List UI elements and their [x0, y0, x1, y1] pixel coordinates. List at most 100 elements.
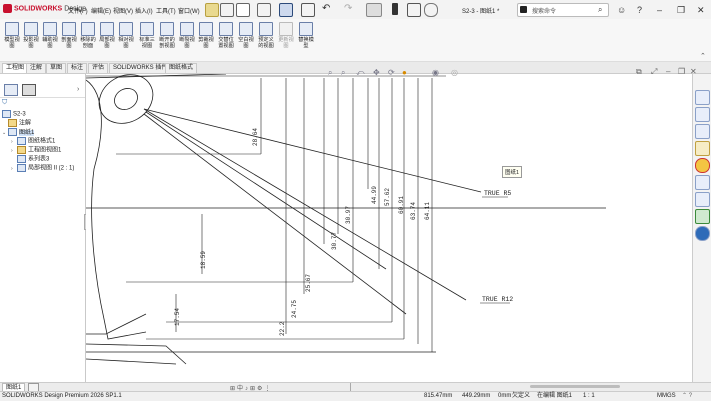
- dim-text[interactable]: 63.74: [410, 202, 417, 220]
- drawing-canvas[interactable]: 28.64 44.99 57.62 60.91 63.74 64.11 30.9…: [86, 67, 697, 382]
- tree-item-sheet1[interactable]: ⌄ 图纸1: [2, 128, 35, 137]
- menu-view[interactable]: 视图(V): [113, 6, 133, 15]
- status-scale[interactable]: 1 : 1: [583, 392, 595, 400]
- view-palette-icon[interactable]: [695, 141, 710, 156]
- close-icon[interactable]: ✕: [697, 5, 705, 16]
- help-icon[interactable]: ?: [637, 5, 642, 15]
- auxiliary-view-button[interactable]: 辅助视图: [40, 22, 60, 49]
- dim-text[interactable]: 30.77: [331, 232, 338, 250]
- design-library-icon[interactable]: [695, 107, 710, 122]
- expand-view-icon[interactable]: ⤢: [651, 67, 657, 77]
- traffic-light-icon[interactable]: [392, 3, 398, 15]
- pin-icon[interactable]: [205, 3, 219, 17]
- dim-text[interactable]: 18.59: [200, 251, 207, 269]
- dim-text[interactable]: 24.75: [291, 300, 298, 318]
- rotate-icon[interactable]: ⟳: [388, 68, 395, 77]
- select-icon[interactable]: [366, 3, 382, 17]
- status-units[interactable]: MMGS: [657, 392, 676, 400]
- filter-icon[interactable]: ⛉: [2, 99, 7, 107]
- menu-edit[interactable]: 编辑(E): [91, 6, 111, 15]
- user-icon[interactable]: ☺: [617, 5, 626, 15]
- previous-view-icon[interactable]: ⤺: [356, 68, 365, 78]
- update-view-button[interactable]: 更新视图: [276, 22, 296, 49]
- solidworks-resources-icon[interactable]: [695, 90, 710, 105]
- tab-annotation[interactable]: 注解: [26, 63, 47, 73]
- tab-sketch[interactable]: 草图: [46, 63, 67, 73]
- solidworks-forum-icon[interactable]: [695, 192, 710, 207]
- break-view-button[interactable]: 断裂视图: [177, 22, 197, 49]
- search-icon[interactable]: ⌕: [598, 5, 602, 15]
- model-view-button[interactable]: 模型视图: [2, 22, 22, 49]
- hide-show-icon[interactable]: ◉: [432, 68, 439, 77]
- appearance-icon[interactable]: ●: [402, 68, 407, 77]
- zoom-area-icon[interactable]: ⌕: [341, 68, 345, 78]
- status-more-icon[interactable]: ⌃ ?: [682, 392, 692, 400]
- tab-drawing[interactable]: 工程图: [2, 63, 29, 73]
- home-icon[interactable]: [220, 3, 234, 17]
- tree-root[interactable]: S2-3: [2, 110, 26, 119]
- empty-view-button[interactable]: 空白视图: [236, 22, 256, 49]
- crop-view-button[interactable]: 剪裁视图: [196, 22, 216, 49]
- print-icon[interactable]: [301, 3, 315, 17]
- menu-tools[interactable]: 工具(T): [156, 6, 176, 15]
- dim-text[interactable]: 28.64: [252, 128, 259, 146]
- broken-out-section-button[interactable]: 断开的剖视图: [157, 22, 177, 49]
- zoom-to-fit-icon[interactable]: ⌕: [328, 68, 332, 78]
- dim-text[interactable]: 60.91: [398, 196, 405, 214]
- tree-item-detail-view[interactable]: › 局部视图 II (2 : 1): [11, 164, 74, 173]
- custom-properties-icon[interactable]: [695, 175, 710, 190]
- dim-text[interactable]: 64.11: [424, 202, 431, 220]
- dim-text[interactable]: 30.97: [345, 206, 352, 224]
- new-document-icon[interactable]: [236, 3, 250, 17]
- minimize-icon[interactable]: –: [657, 5, 662, 15]
- search-box[interactable]: 搜索命令: [517, 3, 609, 17]
- redo-icon[interactable]: ↷: [344, 3, 356, 15]
- display-style-icon[interactable]: ◎: [451, 68, 458, 77]
- menu-file[interactable]: 文件(F): [68, 6, 88, 15]
- maximize-icon[interactable]: ❐: [677, 5, 685, 16]
- menu-insert[interactable]: 插入(I): [135, 6, 153, 15]
- chevron-right-icon[interactable]: ›: [77, 86, 79, 93]
- tree-item-sheet-format1[interactable]: › 图纸格式1: [11, 137, 55, 146]
- tree-item-drawing-view1[interactable]: › 工程图视图1: [11, 146, 61, 155]
- projected-view-button[interactable]: 投影视图: [21, 22, 41, 49]
- gear-icon[interactable]: [424, 3, 438, 17]
- removed-section-button[interactable]: 移除的剖面: [78, 22, 98, 49]
- undo-icon[interactable]: ↶: [322, 3, 334, 15]
- replace-model-button[interactable]: 替换模型: [296, 22, 316, 49]
- dim-text[interactable]: 44.99: [371, 186, 378, 204]
- tree-item-series-table3[interactable]: 系列表3: [17, 155, 49, 164]
- dim-text[interactable]: 25.67: [305, 274, 312, 292]
- tab-markup[interactable]: 标注: [67, 63, 88, 73]
- 3dexperience-icon[interactable]: [695, 209, 710, 224]
- dim-text[interactable]: 22.2: [279, 321, 286, 336]
- view-minimize-icon[interactable]: –: [666, 67, 670, 76]
- standard-3-view-button[interactable]: 标准三视图: [137, 22, 157, 49]
- save-icon[interactable]: [279, 3, 293, 17]
- appearances-icon[interactable]: [695, 158, 710, 173]
- menu-window[interactable]: 窗口(W): [178, 6, 200, 15]
- collapse-ribbon-icon[interactable]: ⌃: [700, 52, 706, 60]
- note-true-r5[interactable]: TRUE R5: [484, 190, 511, 197]
- rebuild-options-icon[interactable]: [407, 3, 421, 17]
- open-icon[interactable]: [257, 3, 271, 17]
- pan-icon[interactable]: ✥: [373, 68, 380, 77]
- section-view-button[interactable]: 剖面视图: [59, 22, 79, 49]
- tab-sheet-format[interactable]: 图纸格式: [165, 63, 198, 73]
- file-explorer-icon[interactable]: [695, 124, 710, 139]
- horizontal-scrollbar[interactable]: [530, 385, 620, 388]
- predefined-view-button[interactable]: 预定义的视图: [256, 22, 276, 49]
- detail-view-button[interactable]: 局部视图: [97, 22, 117, 49]
- view-layout-icon[interactable]: ⧉: [636, 67, 642, 77]
- 3d-compass-icon[interactable]: [695, 226, 710, 241]
- tab-solidworks-addins[interactable]: SOLIDWORKS 插件: [109, 63, 172, 73]
- tab-evaluate[interactable]: 评估: [88, 63, 109, 73]
- view-restore-icon[interactable]: ❐: [678, 67, 685, 76]
- relative-view-button[interactable]: 相对视图: [116, 22, 136, 49]
- tree-item-annotations[interactable]: 注解: [8, 119, 31, 128]
- note-true-r12[interactable]: TRUE R12: [482, 296, 513, 303]
- dim-text[interactable]: 17.54: [174, 308, 181, 326]
- dim-text[interactable]: 57.62: [384, 188, 391, 206]
- feature-tree-tab-icon[interactable]: [4, 84, 18, 96]
- property-manager-tab-icon[interactable]: [22, 84, 36, 96]
